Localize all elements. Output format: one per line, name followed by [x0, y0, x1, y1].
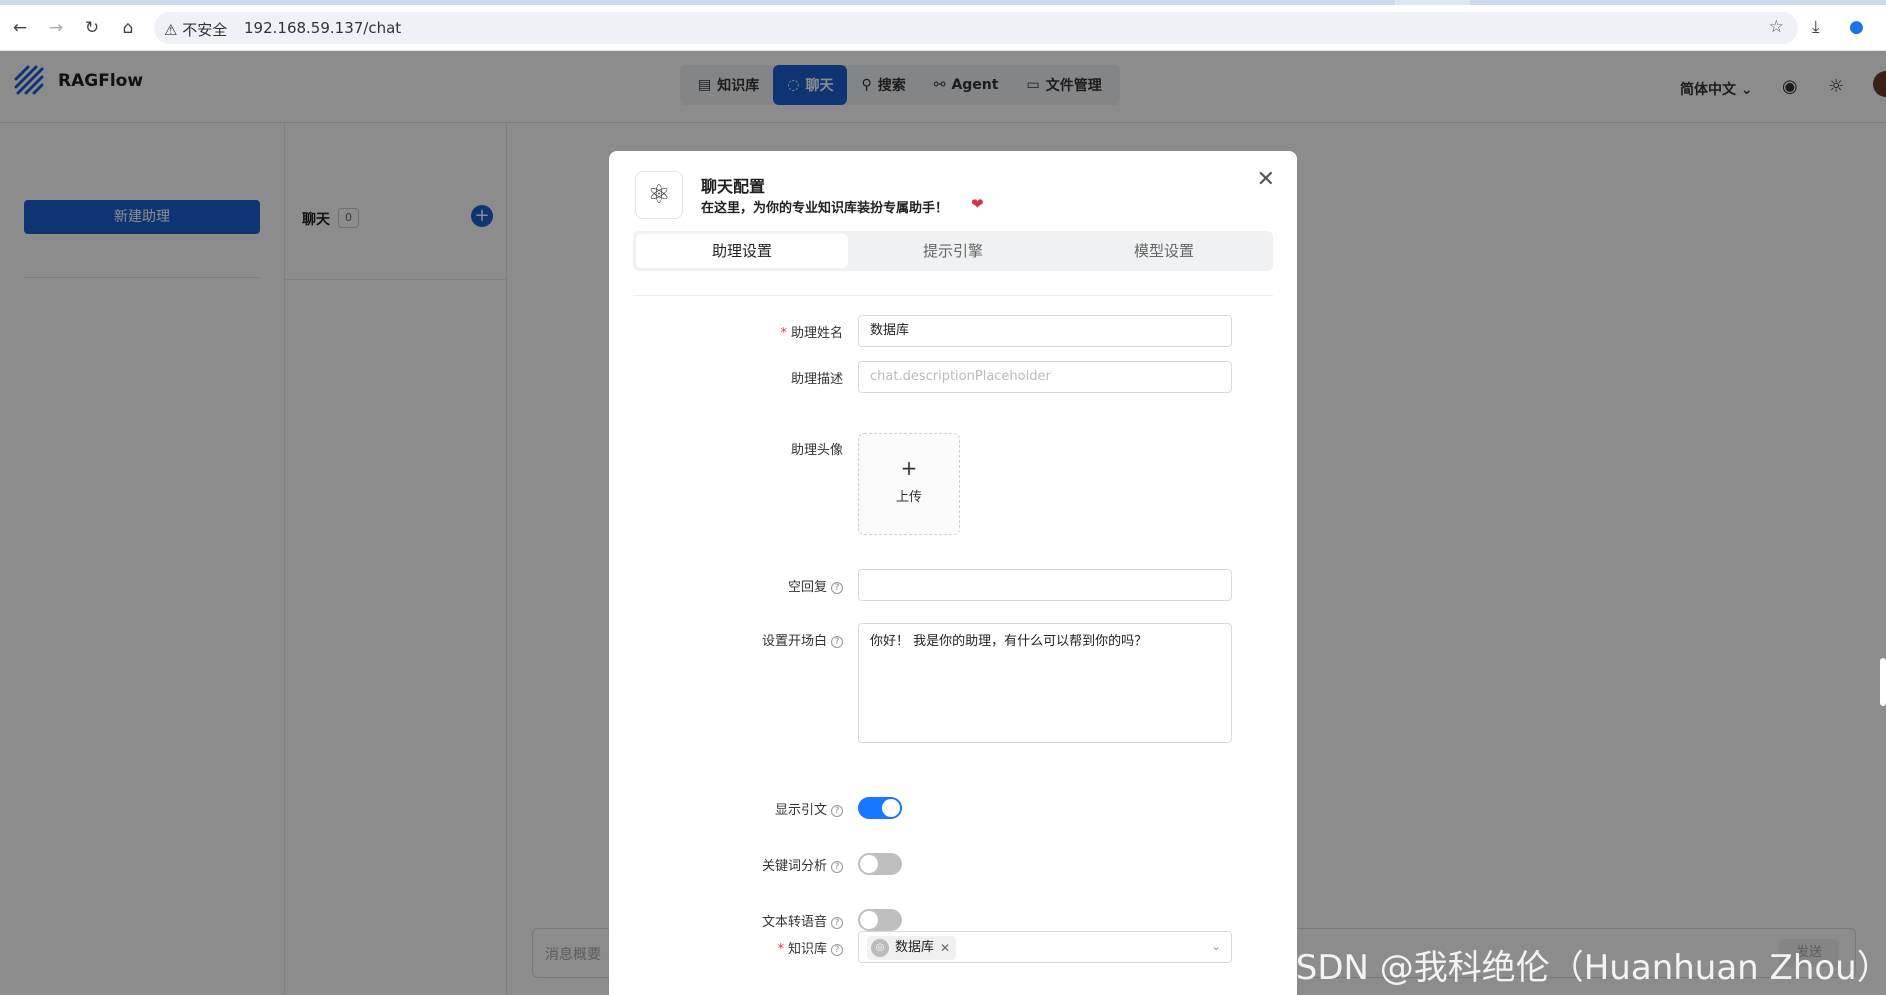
- help-icon[interactable]: ?: [831, 943, 843, 956]
- switch-knob: [860, 855, 878, 873]
- close-icon[interactable]: ✕: [1257, 167, 1275, 192]
- help-icon[interactable]: ?: [831, 916, 843, 929]
- help-icon[interactable]: ?: [831, 581, 843, 594]
- opener-textarea[interactable]: 你好！ 我是你的助理，有什么可以帮到你的吗？: [858, 623, 1232, 743]
- atom-icon: ⚛: [635, 171, 683, 219]
- assistant-description-input[interactable]: chat.descriptionPlaceholder: [858, 361, 1232, 393]
- knowledge-base-select[interactable]: ◎ 数据库 ✕ ⌄: [858, 931, 1232, 963]
- chat-config-modal: ⚛ 聊天配置 在这里，为你的专业知识库装扮专属助手！ ❤ ✕ 助理设置 提示引擎…: [609, 151, 1297, 995]
- address-bar[interactable]: ⚠ 不安全 192.168.59.137/chat ☆: [154, 12, 1798, 44]
- avatar-upload[interactable]: + 上传: [858, 433, 960, 535]
- heart-icon: ❤: [971, 195, 984, 213]
- empty-reply-label-text: 空回复: [787, 580, 827, 595]
- upload-label: 上传: [895, 490, 922, 505]
- switch-knob: [860, 911, 878, 929]
- chevron-down-icon[interactable]: ⌄: [1211, 939, 1221, 953]
- tts-label: 文本转语音?: [762, 911, 843, 930]
- description-label: 助理描述: [790, 372, 843, 387]
- download-icon[interactable]: ⤓: [1812, 17, 1820, 37]
- csdn-watermark: CSDN @我科绝伦（Huanhuan Zhou）: [1272, 948, 1886, 988]
- tab-prompt-engine[interactable]: 提示引擎: [847, 234, 1059, 268]
- forward-icon[interactable]: →: [46, 18, 66, 38]
- empty-reply-label: 空回复?: [788, 576, 843, 595]
- modal-subtitle: 在这里，为你的专业知识库装扮专属助手！: [701, 201, 949, 216]
- insecure-label[interactable]: ⚠ 不安全: [164, 19, 227, 40]
- show-quote-switch[interactable]: [858, 797, 902, 819]
- kb-label: * 知识库?: [777, 938, 843, 957]
- name-label: * 助理姓名: [780, 322, 843, 341]
- avatar-label: 助理头像: [790, 443, 843, 458]
- kb-avatar-icon: ◎: [871, 939, 889, 957]
- plus-icon: +: [900, 456, 918, 480]
- kb-label-text: 知识库: [787, 942, 827, 957]
- empty-reply-input[interactable]: [858, 569, 1232, 601]
- remove-tag-icon[interactable]: ✕: [940, 936, 950, 960]
- back-icon[interactable]: ←: [10, 18, 30, 38]
- help-icon[interactable]: ?: [831, 635, 843, 648]
- switch-knob: [882, 799, 900, 817]
- kb-tag: ◎ 数据库 ✕: [867, 936, 957, 960]
- modal-divider: [633, 295, 1273, 296]
- required-mark: *: [780, 326, 787, 341]
- tts-label-text: 文本转语音: [761, 915, 827, 930]
- show-quote-label: 显示引文?: [775, 799, 843, 818]
- page-scrollbar[interactable]: [1880, 658, 1886, 706]
- url-text[interactable]: 192.168.59.137/chat: [244, 19, 401, 37]
- keyword-label: 关键词分析?: [762, 855, 843, 874]
- reload-icon[interactable]: ↻: [82, 18, 102, 38]
- help-icon[interactable]: ?: [831, 860, 843, 873]
- opener-label: 设置开场白?: [762, 630, 843, 649]
- profile-icon[interactable]: ●: [1849, 17, 1864, 37]
- assistant-name-input[interactable]: 数据库: [858, 315, 1232, 347]
- keyword-label-text: 关键词分析: [761, 859, 827, 874]
- show-quote-label-text: 显示引文: [774, 803, 827, 818]
- help-icon[interactable]: ?: [831, 804, 843, 817]
- keyword-switch[interactable]: [858, 853, 902, 875]
- tab-model-settings[interactable]: 模型设置: [1058, 234, 1270, 268]
- tts-switch[interactable]: [858, 909, 902, 931]
- modal-title: 聊天配置: [701, 177, 766, 196]
- name-label-text: 助理姓名: [790, 326, 843, 341]
- modal-tabs: 助理设置 提示引擎 模型设置: [633, 231, 1273, 271]
- tab-assistant-settings[interactable]: 助理设置: [636, 234, 848, 268]
- opener-label-text: 设置开场白: [761, 634, 827, 649]
- required-mark: *: [777, 942, 784, 957]
- bookmark-star-icon[interactable]: ☆: [1769, 17, 1784, 37]
- home-icon[interactable]: ⌂: [118, 18, 138, 38]
- browser-toolbar: ← → ↻ ⌂ ⚠ 不安全 192.168.59.137/chat ☆ ⤓ ●: [0, 5, 1886, 51]
- insecure-text: 不安全: [182, 21, 228, 39]
- kb-tag-label: 数据库: [895, 940, 935, 955]
